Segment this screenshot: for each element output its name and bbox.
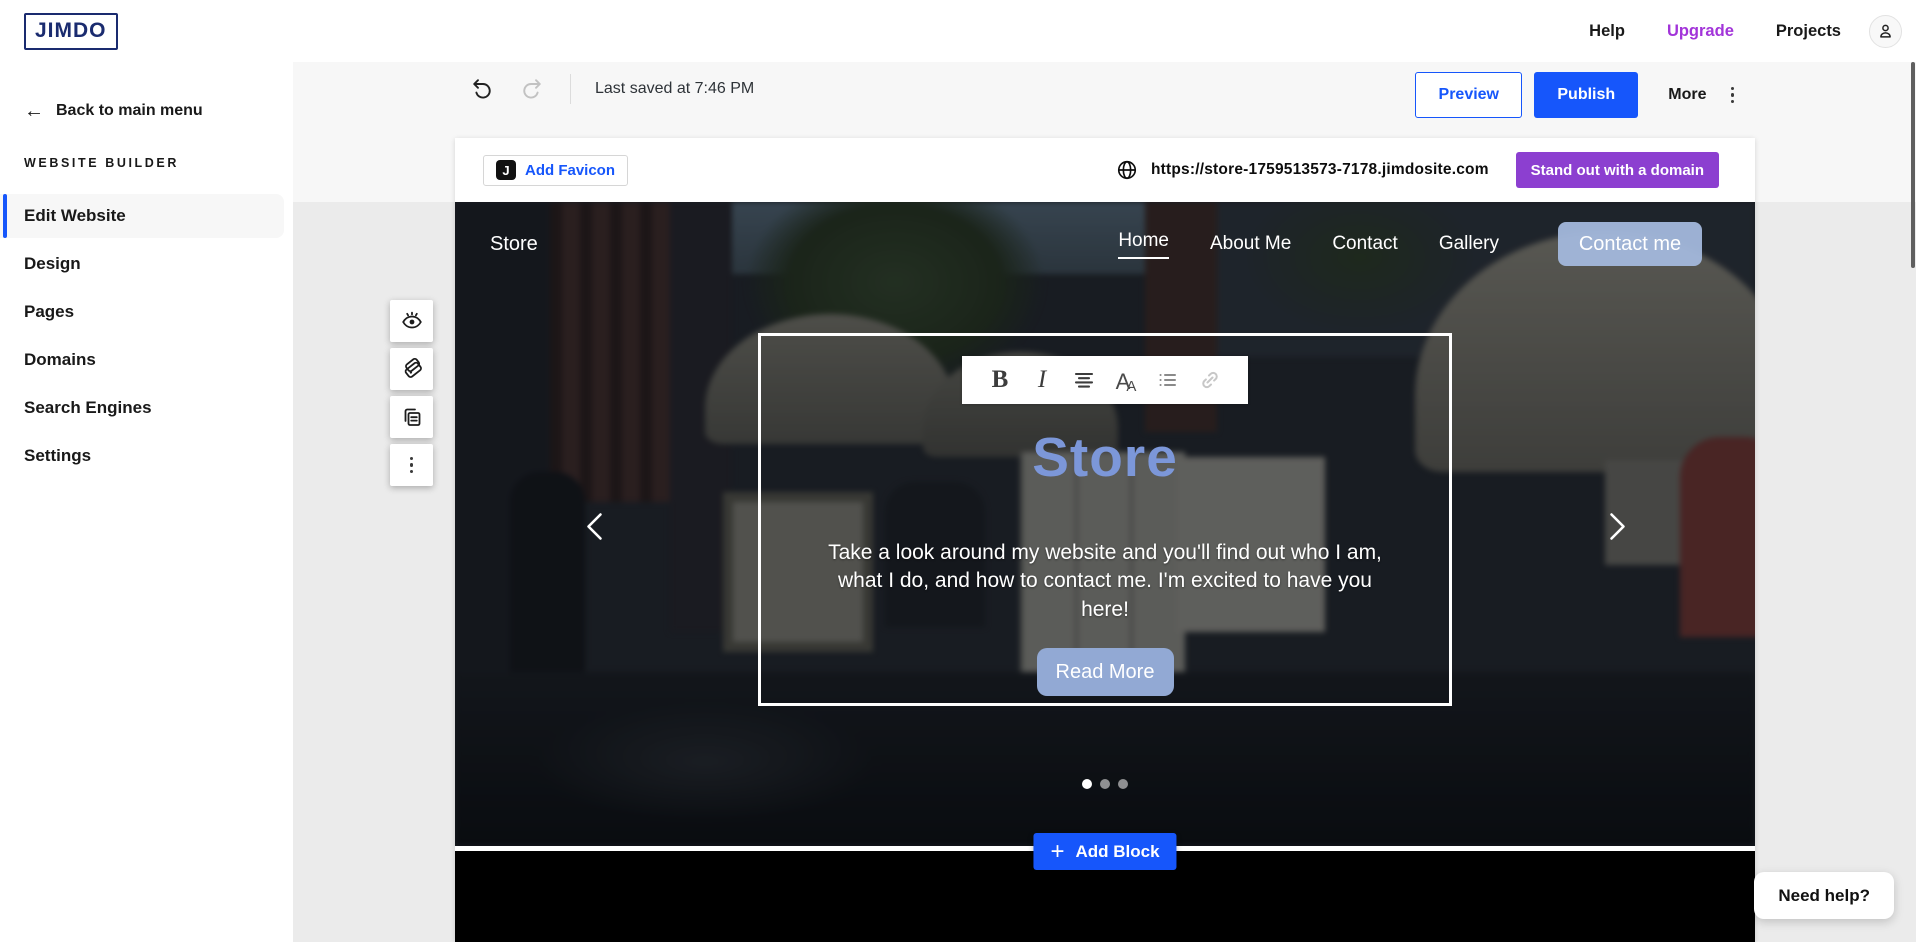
- site-logo[interactable]: Store: [490, 233, 538, 256]
- slide-dot-3[interactable]: [1118, 779, 1128, 789]
- sidebar-item-edit-website[interactable]: Edit Website: [0, 194, 284, 238]
- link-icon[interactable]: [1196, 365, 1224, 395]
- sidebar-item-label: Search Engines: [24, 398, 152, 417]
- undo-button[interactable]: [470, 77, 494, 101]
- redo-icon: [520, 77, 544, 101]
- nav-link-about-me[interactable]: About Me: [1210, 233, 1291, 255]
- sidebar-item-search-engines[interactable]: Search Engines: [0, 386, 284, 430]
- about-me-title: About Me: [455, 936, 1755, 942]
- read-more-button[interactable]: Read More: [1037, 648, 1174, 696]
- chevron-right-icon: [1609, 512, 1626, 541]
- slide-indicators: [1082, 779, 1128, 789]
- person-icon: [1876, 22, 1895, 41]
- top-bar: JIMDO Help Upgrade Projects: [0, 0, 1916, 62]
- sidebar-item-label: Design: [24, 254, 81, 273]
- undo-icon: [470, 77, 494, 101]
- site-nav-links: Home About Me Contact Gallery: [1118, 230, 1499, 259]
- favicon-placeholder-icon: J: [496, 160, 516, 180]
- hero-section[interactable]: Store Home About Me Contact Gallery Cont…: [455, 202, 1755, 846]
- jimdo-builder-app: JIMDO Help Upgrade Projects ← Back to ma…: [0, 0, 1916, 942]
- vertical-scrollbar[interactable]: [1911, 62, 1915, 268]
- sidebar-item-settings[interactable]: Settings: [0, 434, 284, 478]
- selected-text-block[interactable]: B I AA: [758, 333, 1452, 706]
- add-favicon-label: Add Favicon: [525, 162, 615, 179]
- domain-upgrade-button[interactable]: Stand out with a domain: [1516, 152, 1719, 188]
- style-swatches-icon: [400, 357, 424, 381]
- kebab-menu-icon: [410, 457, 414, 474]
- contact-me-button[interactable]: Contact me: [1558, 222, 1702, 266]
- block-tools: [390, 300, 433, 486]
- url-group: https://store-1759513573-7178.jimdosite.…: [1116, 152, 1719, 188]
- sidebar-menu: Edit Website Design Pages Domains Search…: [0, 194, 293, 478]
- redo-button[interactable]: [520, 77, 544, 101]
- previous-slide-button[interactable]: [586, 512, 603, 541]
- site-preview-card: J Add Favicon https://store-1759513573-7…: [455, 138, 1755, 942]
- copy-icon: [400, 405, 424, 429]
- active-indicator: [3, 194, 7, 238]
- publish-toolbar: Preview Publish More: [1415, 72, 1734, 118]
- chevron-left-icon: [586, 512, 603, 541]
- preview-block-button[interactable]: [390, 300, 433, 342]
- more-button[interactable]: More: [1662, 85, 1712, 105]
- sidebar-item-domains[interactable]: Domains: [0, 338, 284, 382]
- globe-icon: [1116, 159, 1138, 181]
- duplicate-block-button[interactable]: [390, 396, 433, 438]
- hero-title[interactable]: Store: [1032, 427, 1178, 487]
- sidebar-section-label: WEBSITE BUILDER: [24, 156, 293, 170]
- account-avatar[interactable]: [1869, 15, 1902, 48]
- slide-dot-1[interactable]: [1082, 779, 1092, 789]
- nav-link-gallery[interactable]: Gallery: [1439, 233, 1499, 255]
- sidebar-item-design[interactable]: Design: [0, 242, 284, 286]
- block-more-button[interactable]: [390, 444, 433, 486]
- slide-dot-2[interactable]: [1100, 779, 1110, 789]
- toolbar-divider: [570, 74, 571, 104]
- last-saved-status: Last saved at 7:46 PM: [595, 80, 754, 98]
- text-editor-toolbar: B I AA: [962, 356, 1248, 404]
- nav-link-home[interactable]: Home: [1118, 230, 1169, 259]
- projects-link[interactable]: Projects: [1776, 22, 1841, 41]
- italic-icon[interactable]: I: [1028, 365, 1056, 395]
- add-block-button[interactable]: + Add Block: [1033, 833, 1176, 870]
- history-toolbar: Last saved at 7:46 PM: [470, 74, 754, 104]
- jimdo-logo[interactable]: JIMDO: [24, 13, 118, 50]
- eye-icon: [400, 309, 424, 333]
- preview-button[interactable]: Preview: [1415, 72, 1522, 118]
- sidebar: ← Back to main menu WEBSITE BUILDER Edit…: [0, 62, 293, 942]
- add-favicon-button[interactable]: J Add Favicon: [483, 155, 628, 186]
- upgrade-link[interactable]: Upgrade: [1667, 22, 1734, 41]
- back-arrow-icon: ←: [24, 103, 44, 119]
- back-label: Back to main menu: [56, 102, 203, 120]
- site-url-bar: J Add Favicon https://store-1759513573-7…: [455, 138, 1755, 202]
- site-nav: Store Home About Me Contact Gallery Cont…: [455, 202, 1755, 286]
- nav-link-contact[interactable]: Contact: [1332, 233, 1397, 255]
- bold-icon[interactable]: B: [986, 365, 1014, 395]
- style-block-button[interactable]: [390, 348, 433, 390]
- publish-button[interactable]: Publish: [1534, 72, 1638, 118]
- sidebar-item-label: Pages: [24, 302, 74, 321]
- sidebar-item-label: Domains: [24, 350, 96, 369]
- top-links: Help Upgrade Projects: [1589, 15, 1916, 48]
- site-url[interactable]: https://store-1759513573-7178.jimdosite.…: [1151, 161, 1489, 179]
- align-center-icon[interactable]: [1070, 365, 1098, 395]
- hero-body-text[interactable]: Take a look around my website and you'll…: [813, 539, 1398, 625]
- next-slide-button[interactable]: [1609, 512, 1626, 541]
- font-style-icon[interactable]: AA: [1112, 365, 1140, 395]
- need-help-button[interactable]: Need help?: [1754, 872, 1894, 919]
- editor-canvas: Last saved at 7:46 PM Preview Publish Mo…: [293, 62, 1916, 942]
- help-link[interactable]: Help: [1589, 22, 1625, 41]
- sidebar-item-pages[interactable]: Pages: [0, 290, 284, 334]
- add-block-label: Add Block: [1075, 842, 1159, 862]
- sidebar-item-label: Settings: [24, 446, 91, 465]
- sidebar-item-label: Edit Website: [24, 206, 126, 225]
- list-icon[interactable]: [1154, 365, 1182, 395]
- plus-icon: +: [1050, 842, 1064, 862]
- back-to-main-menu[interactable]: ← Back to main menu: [24, 102, 293, 120]
- kebab-menu-icon[interactable]: [1731, 87, 1735, 104]
